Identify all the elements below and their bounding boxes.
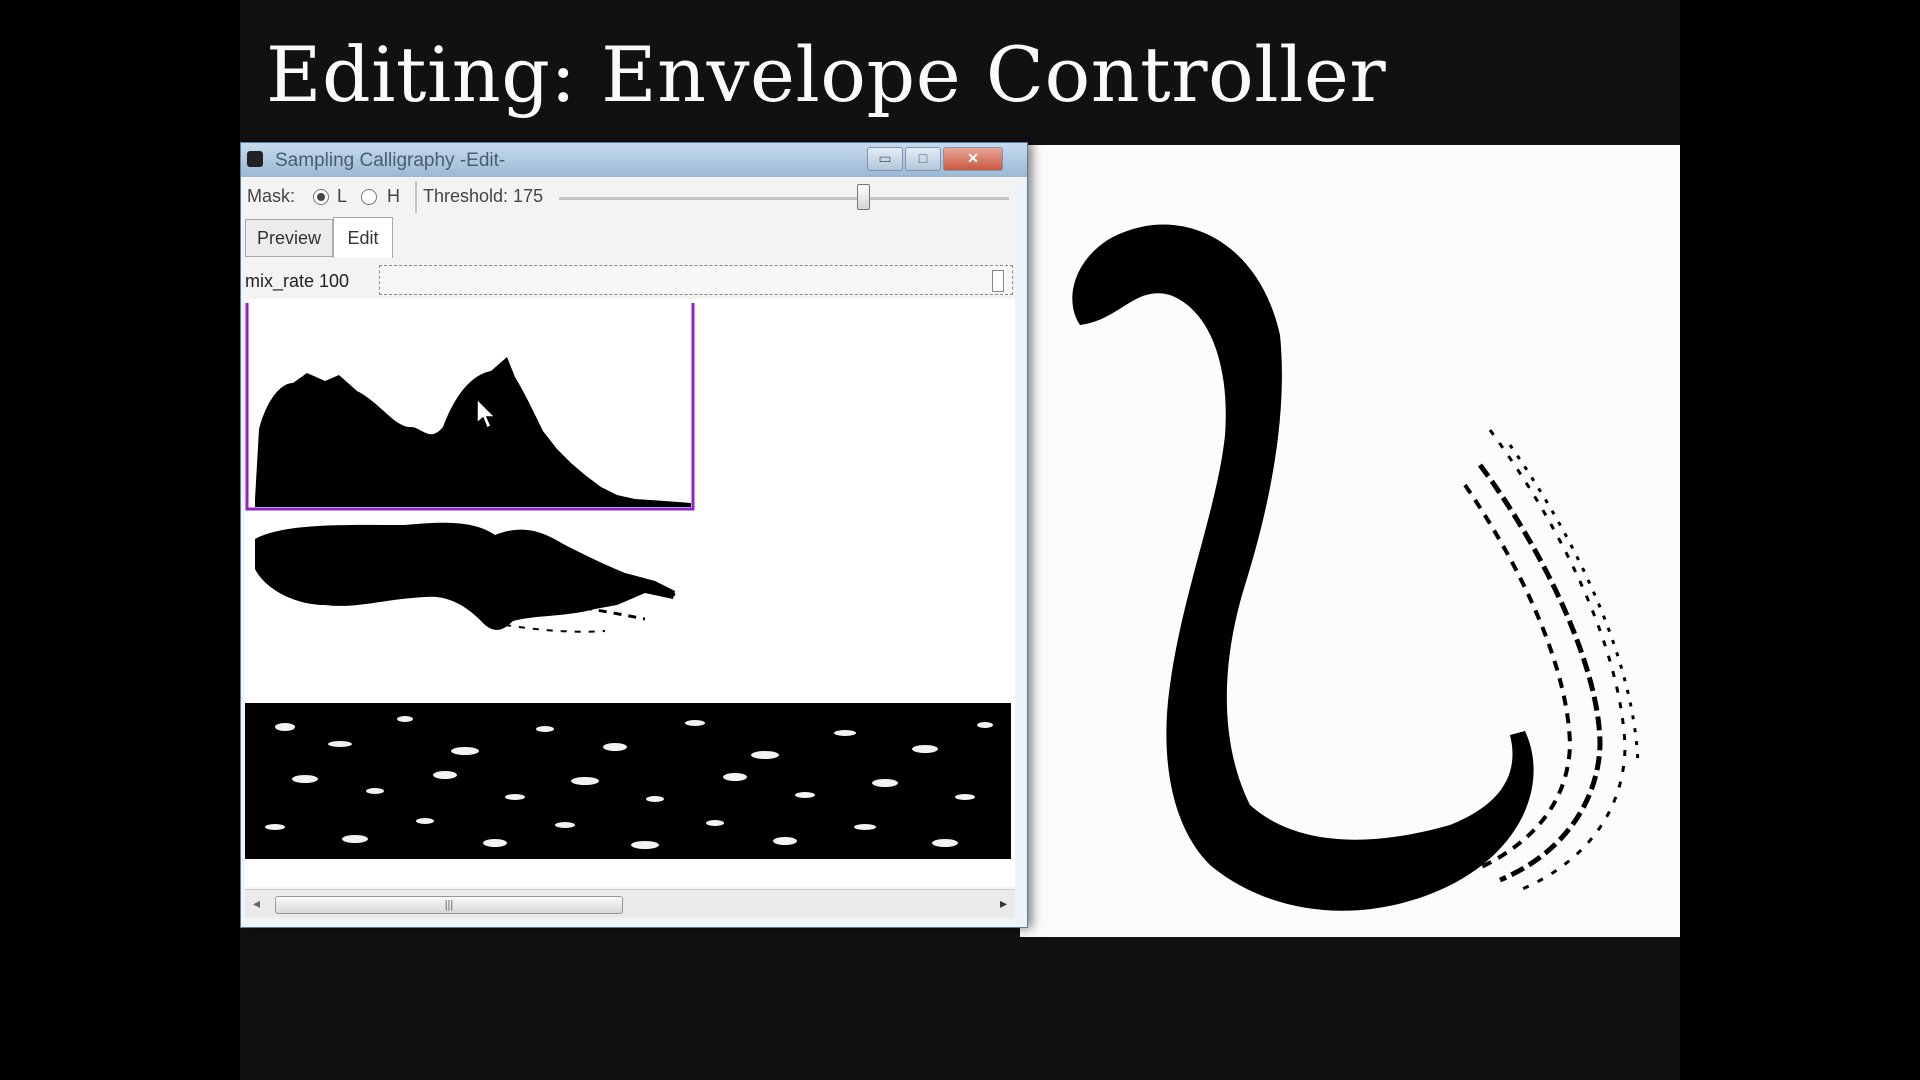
speckle [723,773,747,781]
mask-option-l-label: L [337,186,348,206]
threshold-slider-thumb[interactable] [857,184,870,210]
speckle [646,796,664,802]
minimize-button[interactable]: ▭ [867,147,903,171]
maximize-button[interactable]: □ [905,147,941,171]
window-client-area: Mask: L H Threshold: 175 Preview Edit mi… [243,177,1015,921]
speckle [912,745,938,753]
speckle [483,839,507,847]
threshold-slider-track[interactable] [559,197,1009,200]
main-brush-stroke [1072,224,1534,911]
brush-stroke-image [1072,224,1640,911]
envelope-graph[interactable] [245,303,695,511]
speckle [571,777,599,785]
envelope-editor-canvas[interactable] [245,299,1015,887]
speckle [706,820,724,826]
speckle [536,726,554,732]
mask-radio-l[interactable] [313,189,329,205]
speckle [328,741,352,747]
envelope-editor[interactable] [245,299,1015,887]
speckle [265,824,285,830]
speckle [685,720,705,726]
speckle [366,788,384,794]
speckle [854,824,876,830]
speckle [834,730,856,736]
stroke-strip [255,522,676,633]
mix-rate-slider[interactable] [379,265,1013,295]
scroll-left-arrow-icon[interactable]: ◂ [253,895,260,912]
mix-rate-label: mix_rate 100 [245,271,350,291]
speckle [451,747,479,755]
speckle [795,792,815,798]
mask-label: Mask: [247,186,296,206]
dry-brush-trail-4 [1508,444,1640,766]
speckle [751,751,779,759]
stroke-strip-streak-3 [504,624,606,633]
tab-preview[interactable]: Preview [245,219,333,257]
speckle [872,779,898,787]
app-icon [247,151,263,167]
stroke-strip-main [255,522,675,630]
scroll-right-arrow-icon[interactable]: ▸ [1000,895,1007,912]
toolbar: Mask: L H Threshold: 175 [243,177,1015,219]
toolbar-separator [415,181,417,213]
envelope-curve[interactable] [255,357,691,507]
close-button[interactable]: ✕ [943,147,1003,171]
tab-edit[interactable]: Edit [333,217,393,258]
speckle [433,771,457,779]
speckle [292,775,318,783]
speckle [977,722,993,728]
horizontal-scrollbar[interactable]: ◂ ||| ▸ [245,889,1015,918]
calligraphy-canvas [1020,145,1680,937]
speckle [773,837,797,845]
mask-radio-h[interactable] [361,189,377,205]
mask-option-h-label: H [387,186,400,206]
speckle [416,818,434,824]
speckle [955,794,975,800]
speckle [505,794,525,800]
speckle [275,723,295,731]
speckle [397,716,413,722]
scrollbar-thumb[interactable]: ||| [275,896,623,914]
slide-title: Editing: Envelope Controller [266,30,1387,119]
speckle [603,743,627,751]
speckle [631,841,659,849]
speckle [555,822,575,828]
slide: Editing: Envelope Controller Sampling Ca… [240,0,1680,1080]
speckle [342,835,368,843]
window-title: Sampling Calligraphy -Edit- [275,150,506,171]
threshold-label: Threshold: 175 [423,186,544,206]
app-window: Sampling Calligraphy -Edit- ▭ □ ✕ Mask: … [240,142,1028,928]
mix-rate-slider-thumb[interactable] [992,270,1004,292]
speckle [932,839,958,847]
window-titlebar[interactable]: Sampling Calligraphy -Edit- ▭ □ ✕ [241,143,1027,177]
